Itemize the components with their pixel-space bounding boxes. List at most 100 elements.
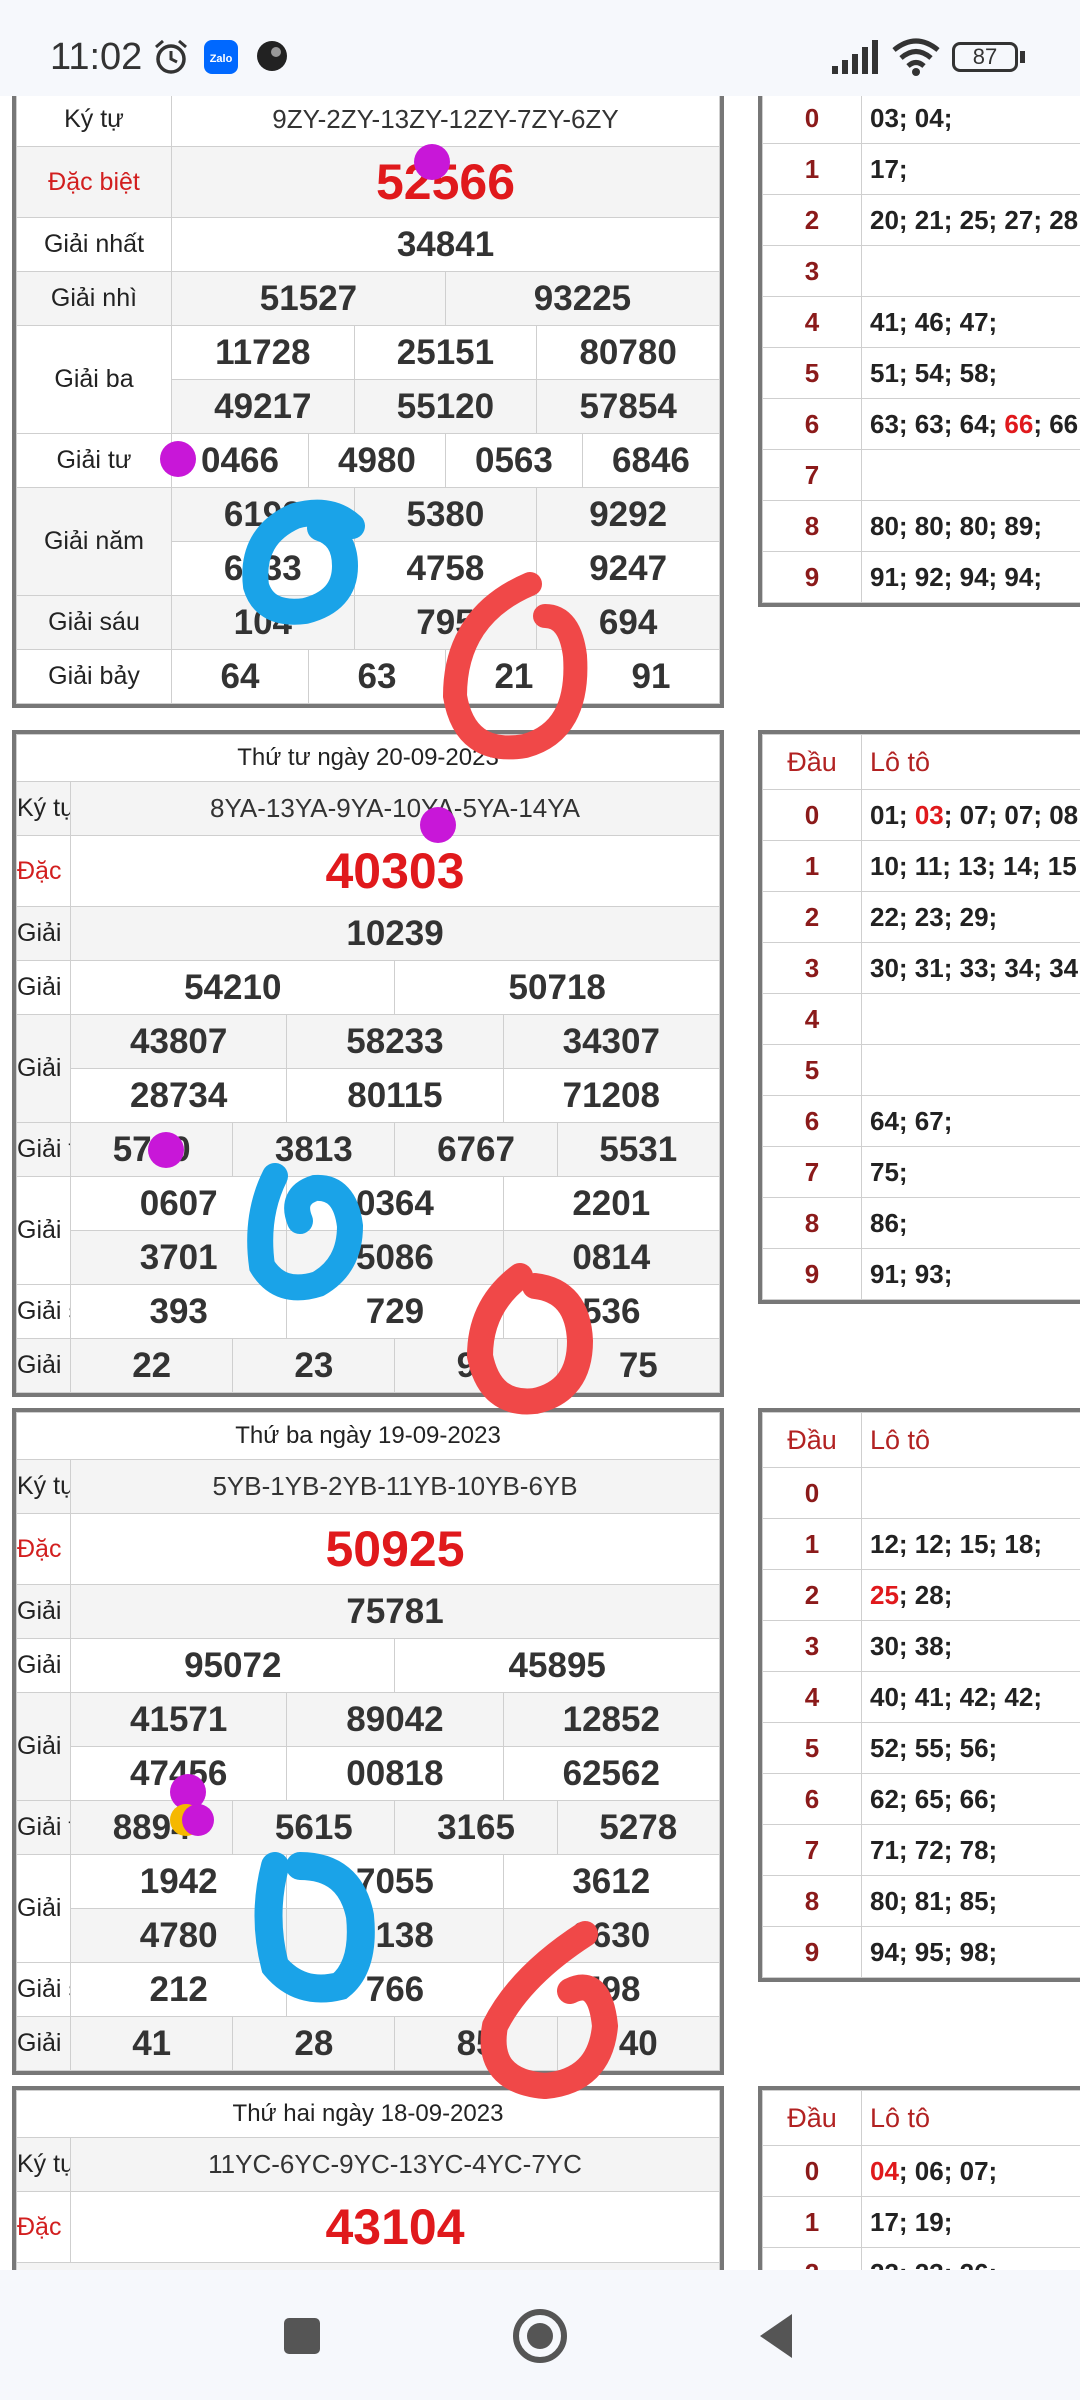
battery-level: 87	[972, 44, 998, 69]
loto-dau: 6	[762, 1095, 862, 1147]
fifth-prize: 5380	[353, 487, 538, 542]
back-triangle-icon[interactable]	[748, 2306, 808, 2366]
fifth-prize: 0364	[286, 1176, 504, 1231]
loto-value-segment: 03; 04;	[870, 102, 953, 133]
loto-row: 6 64; 67;	[762, 1095, 1080, 1147]
third-prize: 11728	[171, 325, 355, 380]
loto-value-segment: 20; 21; 25; 27; 28	[870, 204, 1079, 235]
loto-value-segment: ; 07; 07; 08	[943, 799, 1079, 830]
third-prize: 55120	[353, 379, 538, 434]
loto-dau: 9	[762, 551, 862, 603]
loto-value-segment: 91; 93;	[870, 1258, 953, 1289]
third-prize: 28734	[70, 1068, 288, 1123]
seventh-prize: 64	[171, 649, 309, 704]
label-giai-nam: Giải năm	[15, 1176, 72, 1285]
loto-value-segment: 22; 23; 29;	[870, 901, 998, 932]
loto-dau: 6	[762, 1773, 862, 1825]
third-prize: 41571	[70, 1692, 288, 1747]
loto-value-segment: ; 66	[1033, 408, 1079, 439]
loto-row: 2 20; 21; 25; 27; 28	[762, 194, 1080, 246]
fourth-prize: 0563	[444, 433, 583, 488]
fifth-prize: 3630	[502, 1908, 721, 1963]
alarm-icon	[155, 39, 187, 74]
loto-dau: 1	[762, 2196, 862, 2248]
loto-values	[861, 1044, 1080, 1096]
label-ky-tu: Ký tự	[15, 2137, 72, 2192]
loto-header-loto: Lô tô	[861, 1412, 1080, 1468]
loto-values: 80; 80; 80; 89;	[861, 500, 1080, 552]
loto-value-segment: 10; 11; 13; 14; 15	[870, 850, 1077, 881]
loto-value-segment: 41; 46; 47;	[870, 306, 998, 337]
next-row-placeholder	[16, 2262, 720, 2270]
loto-dau: 4	[762, 993, 862, 1045]
loto-dau: 8	[762, 500, 862, 552]
fourth-prize: 3165	[394, 1800, 558, 1855]
third-prize: 89042	[286, 1692, 504, 1747]
fifth-prize: 0814	[502, 1230, 721, 1285]
loto-special-highlight: 04	[870, 2155, 899, 2186]
loto-values: 75;	[861, 1146, 1080, 1198]
seventh-prize: 85	[394, 2016, 558, 2071]
loto-row: 9 91; 93;	[762, 1248, 1080, 1300]
loto-value-segment: 30; 31; 33; 34; 34	[870, 952, 1079, 983]
label-giai-tu: Giải tư	[16, 433, 172, 488]
loto-value-segment: 91; 92; 94; 94;	[870, 561, 1042, 592]
sixth-prize: 694	[536, 595, 720, 650]
loto-row: 2 22; 23; 29;	[762, 891, 1080, 943]
loto-value-segment: 12; 12; 15; 18;	[870, 1528, 1042, 1559]
loto-dau: 3	[762, 1620, 862, 1672]
loto-dau: 1	[762, 143, 862, 195]
loto-row: 0 04; 06; 07;	[762, 2145, 1080, 2197]
fifth-prize: 5138	[286, 1908, 504, 1963]
loto-dau: 1	[762, 840, 862, 892]
sixth-prize: 729	[286, 1284, 504, 1339]
sixth-prize: 104	[171, 595, 355, 650]
label-giai-ba: Giải ba	[15, 1014, 72, 1123]
label-giai-nhat: Giải nhất	[15, 906, 72, 961]
loto-row: 5 51; 54; 58;	[762, 347, 1080, 399]
loto-dau: 5	[762, 1044, 862, 1096]
special-prize: 43104	[70, 2191, 720, 2263]
fourth-prize: 6846	[581, 433, 721, 488]
fifth-prize: 3701	[70, 1230, 288, 1285]
loto-row: 4 41; 46; 47;	[762, 296, 1080, 348]
loto-value-segment: 01;	[870, 799, 915, 830]
wifi-icon	[892, 38, 940, 76]
loto-table: Đầu Lô tô 0 01; 03; 07; 07; 08 1 10; 11; 13; …	[758, 730, 1080, 1304]
loto-value-segment: 23; 23; 26;	[870, 2258, 997, 2271]
label-giai-sau: Giải sáu	[15, 1962, 72, 2017]
label-giai-ba: Giải ba	[16, 325, 172, 434]
loto-values: 91; 92; 94; 94;	[861, 551, 1080, 603]
loto-values: 30; 31; 33; 34; 34	[861, 942, 1080, 994]
loto-values: 12; 12; 15; 18;	[861, 1518, 1080, 1570]
loto-values: 03; 04;	[861, 96, 1080, 144]
label-giai-nam: Giải năm	[16, 487, 172, 596]
fifth-prize: 7055	[286, 1854, 504, 1909]
third-prize: 71208	[502, 1068, 721, 1123]
first-prize: 75781	[70, 1584, 720, 1639]
loto-dau: 3	[762, 245, 862, 297]
loto-row: 8 80; 81; 85;	[762, 1875, 1080, 1927]
loto-header-row: Đầu Lô tô	[762, 1412, 1080, 1468]
home-circle-icon[interactable]	[510, 2306, 570, 2366]
sixth-prize: 766	[286, 1962, 504, 2017]
loto-dau: 0	[762, 2145, 862, 2197]
third-prize: 80115	[286, 1068, 504, 1123]
ky-tu-value: 8YA-13YA-9YA-10YA-5YA-14YA	[70, 781, 720, 836]
recents-square-icon[interactable]	[272, 2306, 332, 2366]
seventh-prize: 63	[307, 649, 446, 704]
fifth-prize: 3612	[502, 1854, 721, 1909]
fourth-prize: 8894	[70, 1800, 234, 1855]
label-giai-tu: Giải tư	[15, 1122, 72, 1177]
special-prize: 40303	[70, 835, 720, 907]
loto-values	[861, 993, 1080, 1045]
seventh-prize: 41	[70, 2016, 234, 2071]
loto-values: 41; 46; 47;	[861, 296, 1080, 348]
loto-header-loto: Lô tô	[861, 734, 1080, 790]
result-date-header: Thứ tư ngày 20-09-2023	[16, 734, 720, 782]
loto-dau: 4	[762, 1671, 862, 1723]
third-prize: 34307	[502, 1014, 721, 1069]
ky-tu-value: 9ZY-2ZY-13ZY-12ZY-7ZY-6ZY	[171, 96, 720, 147]
third-prize: 80780	[536, 325, 720, 380]
results-content[interactable]: Ký tự 9ZY-2ZY-13ZY-12ZY-7ZY-6ZY Đặc biệt…	[0, 96, 1080, 2270]
